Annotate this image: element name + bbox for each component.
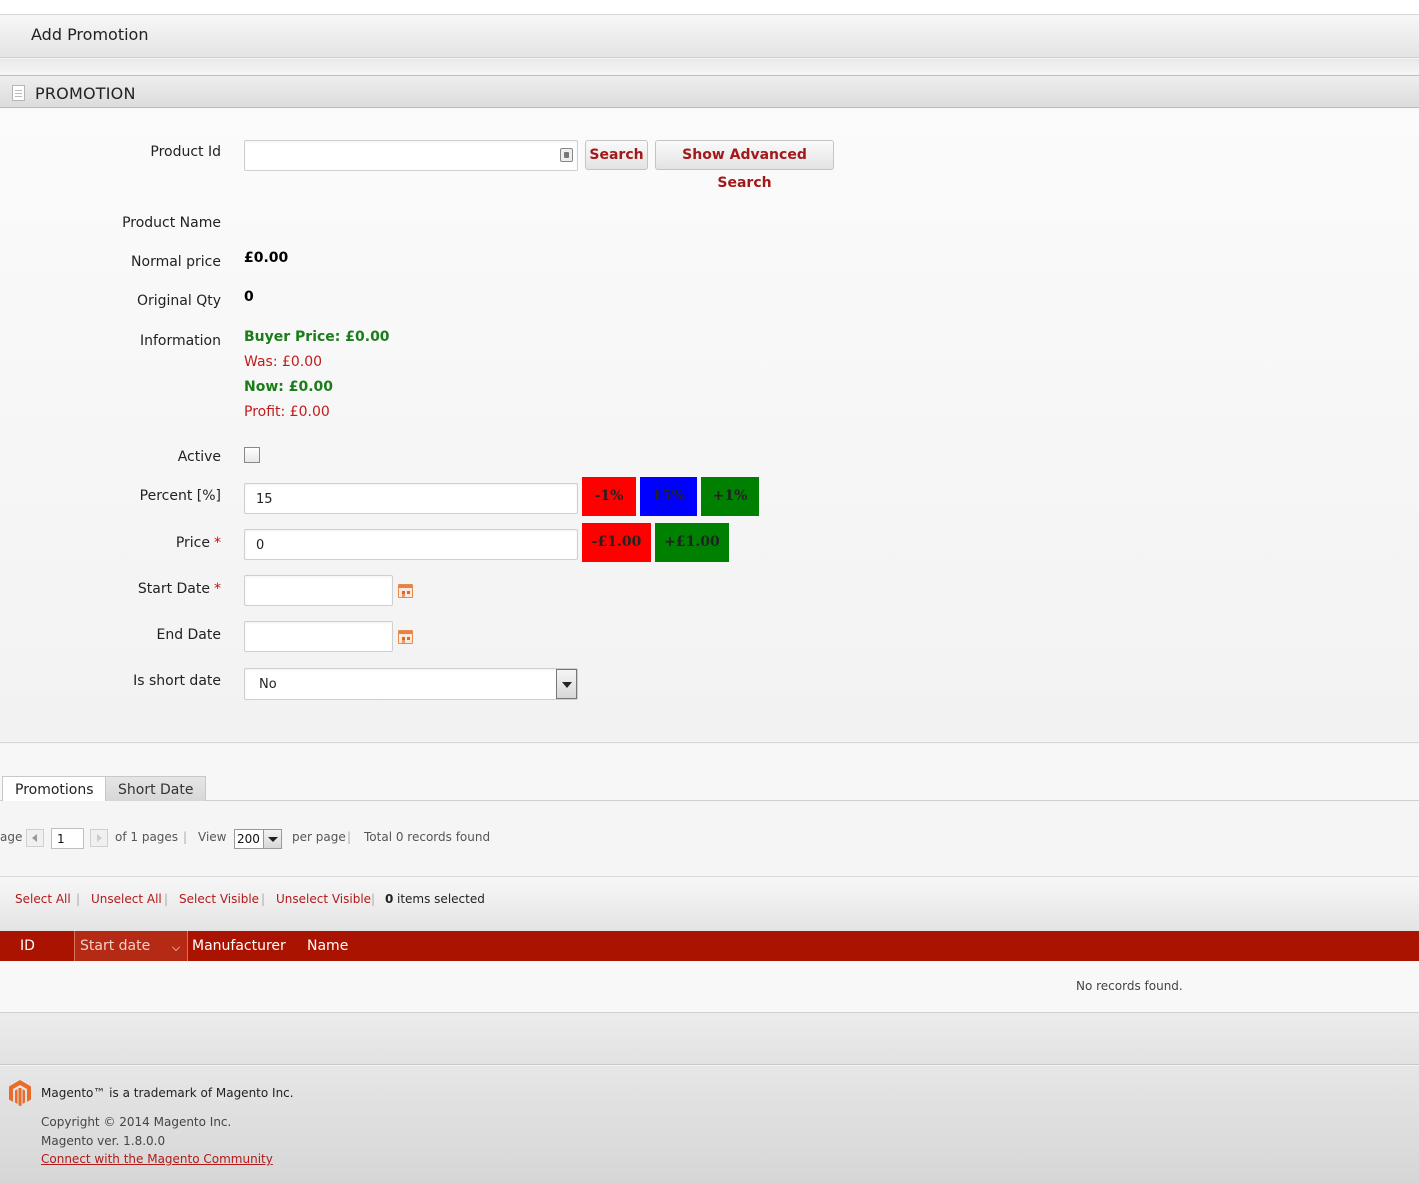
unselect-visible-link[interactable]: Unselect Visible [276, 892, 371, 906]
header-gap [0, 59, 1419, 75]
separator: | [183, 830, 188, 844]
product-id-input[interactable] [244, 140, 578, 171]
lookup-icon[interactable] [560, 148, 573, 162]
community-link[interactable]: Connect with the Magento Community [41, 1152, 273, 1166]
show-advanced-search-button[interactable]: Show Advanced Search [655, 140, 834, 191]
percent-minus-button[interactable]: -1% [582, 477, 636, 516]
calendar-icon[interactable] [398, 584, 413, 598]
select-all-link[interactable]: Select All [15, 892, 71, 906]
chevron-down-icon[interactable] [556, 669, 577, 699]
separator: | [76, 892, 81, 906]
tabs-bar [0, 744, 1419, 801]
tab-short-date[interactable]: Short Date [105, 776, 207, 801]
total-records: Total 0 records found [364, 830, 491, 844]
is-short-date-select[interactable]: No [244, 668, 578, 700]
selected-count: 0 [385, 892, 394, 906]
required-mark: * [214, 535, 221, 551]
footer: Magento™ is a trademark of Magento Inc. … [0, 1066, 1419, 1183]
normal-price-value: £0.00 [244, 250, 289, 266]
active-checkbox[interactable] [244, 447, 260, 463]
section-header: PROMOTION [0, 75, 1419, 108]
was-price-text: Was: £0.00 [244, 354, 323, 370]
view-label: View [198, 830, 227, 844]
original-qty-label: Original Qty [136, 293, 221, 309]
price-minus-button[interactable]: -£1.00 [582, 523, 651, 562]
trademark-text: Magento™ is a trademark of Magento Inc. [41, 1086, 294, 1100]
calendar-icon[interactable] [398, 630, 413, 644]
normal-price-label: Normal price [131, 254, 221, 270]
column-divider [74, 931, 75, 961]
percent-plus-button[interactable]: +1% [701, 477, 759, 516]
massaction-bar: Select All | Unselect All | Select Visib… [0, 877, 1419, 931]
page-label: age [0, 830, 23, 844]
page-header: Add Promotion [0, 15, 1419, 58]
buyer-price-text: Buyer Price: £0.00 [244, 329, 390, 345]
per-page-value: 200 [237, 832, 260, 846]
price-label: Price * [21, 535, 221, 551]
selected-label: items selected [397, 892, 485, 906]
separator: | [371, 892, 376, 906]
separator: | [261, 892, 266, 906]
column-header-manufacturer[interactable]: Manufacturer [192, 938, 286, 954]
column-divider [187, 931, 188, 961]
per-page-label: per page [292, 830, 346, 844]
grid-footer-space [0, 1013, 1419, 1065]
separator: | [347, 830, 352, 844]
page-title: Add Promotion [31, 25, 149, 44]
percent-label: Percent [%] [139, 488, 221, 504]
start-date-input[interactable] [244, 575, 393, 606]
version-text: Magento ver. 1.8.0.0 [41, 1134, 166, 1148]
now-price-text: Now: £0.00 [244, 379, 334, 395]
active-label: Active [177, 449, 221, 465]
section-title: PROMOTION [35, 84, 136, 103]
is-short-date-label: Is short date [133, 673, 221, 689]
start-date-label: Start Date * [21, 581, 221, 597]
page-input[interactable]: 1 [51, 828, 84, 849]
empty-row: No records found. [0, 961, 1419, 1013]
column-header-id[interactable]: ID [20, 938, 35, 954]
percent-reset-button[interactable]: 15% [640, 477, 697, 516]
start-date-label-text: Start Date [137, 581, 210, 597]
promotion-form [0, 109, 1419, 743]
price-input[interactable]: 0 [244, 529, 578, 560]
select-visible-link[interactable]: Select Visible [179, 892, 259, 906]
no-records-text: No records found. [1076, 979, 1183, 993]
end-date-label: End Date [156, 627, 221, 643]
tab-promotions[interactable]: Promotions [2, 776, 107, 802]
price-label-text: Price [175, 535, 210, 551]
pager: age 1 of 1 pages | View 200 per page | T… [0, 801, 1419, 877]
grid-header: ID Start date Manufacturer Name [0, 931, 1419, 961]
product-name-label: Product Name [122, 215, 221, 231]
column-header-start-date[interactable]: Start date [80, 938, 150, 954]
information-label: Information [139, 333, 221, 349]
percent-input[interactable]: 15 [244, 483, 578, 514]
price-plus-button[interactable]: +£1.00 [655, 523, 729, 562]
required-mark: * [214, 581, 221, 597]
per-page-select[interactable]: 200 [234, 829, 282, 849]
column-header-name[interactable]: Name [307, 938, 348, 954]
is-short-date-value: No [259, 677, 277, 692]
product-id-label: Product Id [150, 144, 221, 160]
unselect-all-link[interactable]: Unselect All [91, 892, 162, 906]
page-count: of 1 pages [115, 830, 179, 844]
previous-page-icon[interactable] [26, 829, 44, 847]
original-qty-value: 0 [244, 289, 254, 305]
profit-text: Profit: £0.00 [244, 404, 330, 420]
end-date-input[interactable] [244, 621, 393, 652]
document-icon [12, 85, 25, 101]
copyright-text: Copyright © 2014 Magento Inc. [41, 1115, 232, 1129]
search-button[interactable]: Search [585, 140, 648, 170]
top-strip [0, 0, 1419, 15]
separator: | [164, 892, 169, 906]
magento-logo-icon [9, 1080, 31, 1106]
next-page-icon[interactable] [90, 829, 108, 847]
chevron-down-icon[interactable] [263, 830, 281, 848]
